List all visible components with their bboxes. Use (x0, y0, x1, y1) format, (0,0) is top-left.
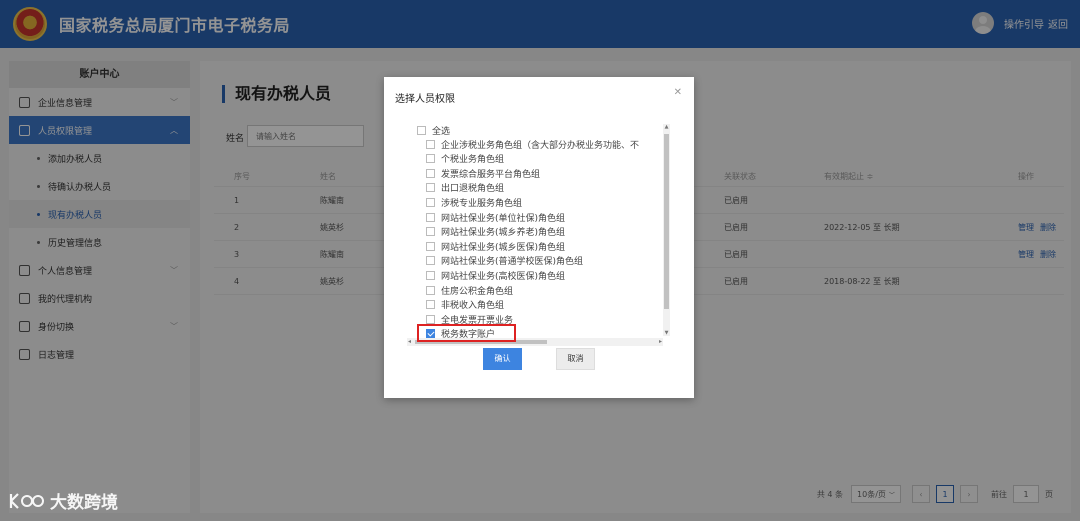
role-item[interactable]: 涉税专业服务角色组 (426, 195, 522, 209)
watermark: 大数跨境 (8, 488, 118, 513)
checkbox[interactable] (426, 227, 435, 237)
role-item[interactable]: 非税收入角色组 (426, 298, 504, 312)
role-item[interactable]: 发票综合服务平台角色组 (426, 166, 540, 180)
role-item[interactable]: 网站社保业务(单位社保)角色组 (426, 210, 565, 224)
role-label: 发票综合服务平台角色组 (441, 169, 541, 180)
role-label: 出口退税角色组 (441, 184, 505, 195)
role-item[interactable]: 个税业务角色组 (426, 152, 504, 166)
vertical-scrollbar[interactable]: ▲ ▼ (663, 124, 670, 336)
checkbox[interactable] (426, 197, 435, 207)
role-item[interactable]: 网站社保业务(城乡养老)角色组 (426, 225, 565, 239)
checkbox[interactable] (426, 314, 435, 324)
watermark-text: 大数跨境 (50, 493, 118, 513)
checkbox[interactable] (426, 168, 435, 178)
checkbox[interactable] (426, 241, 435, 251)
close-icon[interactable]: ✕ (674, 87, 682, 98)
role-item[interactable]: 网站社保业务(普通学校医保)角色组 (426, 254, 583, 268)
role-item[interactable]: 住房公积金角色组 (426, 283, 513, 297)
scroll-right-icon[interactable]: ▸ (659, 338, 662, 345)
role-item[interactable]: 出口退税角色组 (426, 181, 504, 195)
scroll-down-icon[interactable]: ▼ (663, 330, 670, 336)
role-label: 企业涉税业务角色组（含大部分办税业务功能、不 (441, 140, 640, 151)
cancel-button[interactable]: 取消 (556, 348, 595, 370)
scrollbar-thumb[interactable] (664, 134, 669, 309)
role-label: 网站社保业务(高校医保)角色组 (441, 271, 566, 282)
role-tree: 全选 企业涉税业务角色组（含大部分办税业务功能、不 个税业务角色组 发票综合服务… (409, 121, 671, 347)
select-all-item[interactable]: 全选 (417, 123, 450, 137)
role-label: 非税收入角色组 (441, 301, 505, 312)
checkbox[interactable] (426, 270, 435, 280)
scroll-left-icon[interactable]: ◂ (408, 338, 411, 345)
checkbox[interactable] (426, 139, 435, 149)
checkbox[interactable] (426, 183, 435, 193)
modal-title: 选择人员权限 (395, 94, 455, 105)
role-item[interactable]: 企业涉税业务角色组（含大部分办税业务功能、不 (426, 137, 639, 151)
role-label: 个税业务角色组 (441, 155, 505, 166)
permission-modal: 选择人员权限 ✕ 全选 企业涉税业务角色组（含大部分办税业务功能、不 个税业务角… (384, 77, 694, 398)
role-label: 网站社保业务(普通学校医保)角色组 (441, 257, 584, 268)
role-label: 网站社保业务(单位社保)角色组 (441, 213, 566, 224)
role-label: 涉税专业服务角色组 (441, 198, 523, 209)
checkbox[interactable] (417, 125, 426, 135)
role-label: 网站社保业务(城乡医保)角色组 (441, 242, 566, 253)
confirm-button[interactable]: 确认 (483, 348, 522, 370)
scroll-up-icon[interactable]: ▲ (663, 124, 670, 130)
checkbox[interactable] (426, 285, 435, 295)
role-label: 住房公积金角色组 (441, 286, 514, 297)
select-all-label: 全选 (432, 126, 451, 137)
checkbox[interactable] (426, 300, 435, 310)
watermark-logo-icon (9, 492, 44, 509)
checkbox[interactable] (426, 256, 435, 266)
role-item[interactable]: 网站社保业务(高校医保)角色组 (426, 268, 565, 282)
highlight-annotation (417, 324, 516, 342)
role-label: 网站社保业务(城乡养老)角色组 (441, 228, 566, 239)
checkbox[interactable] (426, 154, 435, 164)
checkbox[interactable] (426, 212, 435, 222)
role-item[interactable]: 网站社保业务(城乡医保)角色组 (426, 239, 565, 253)
